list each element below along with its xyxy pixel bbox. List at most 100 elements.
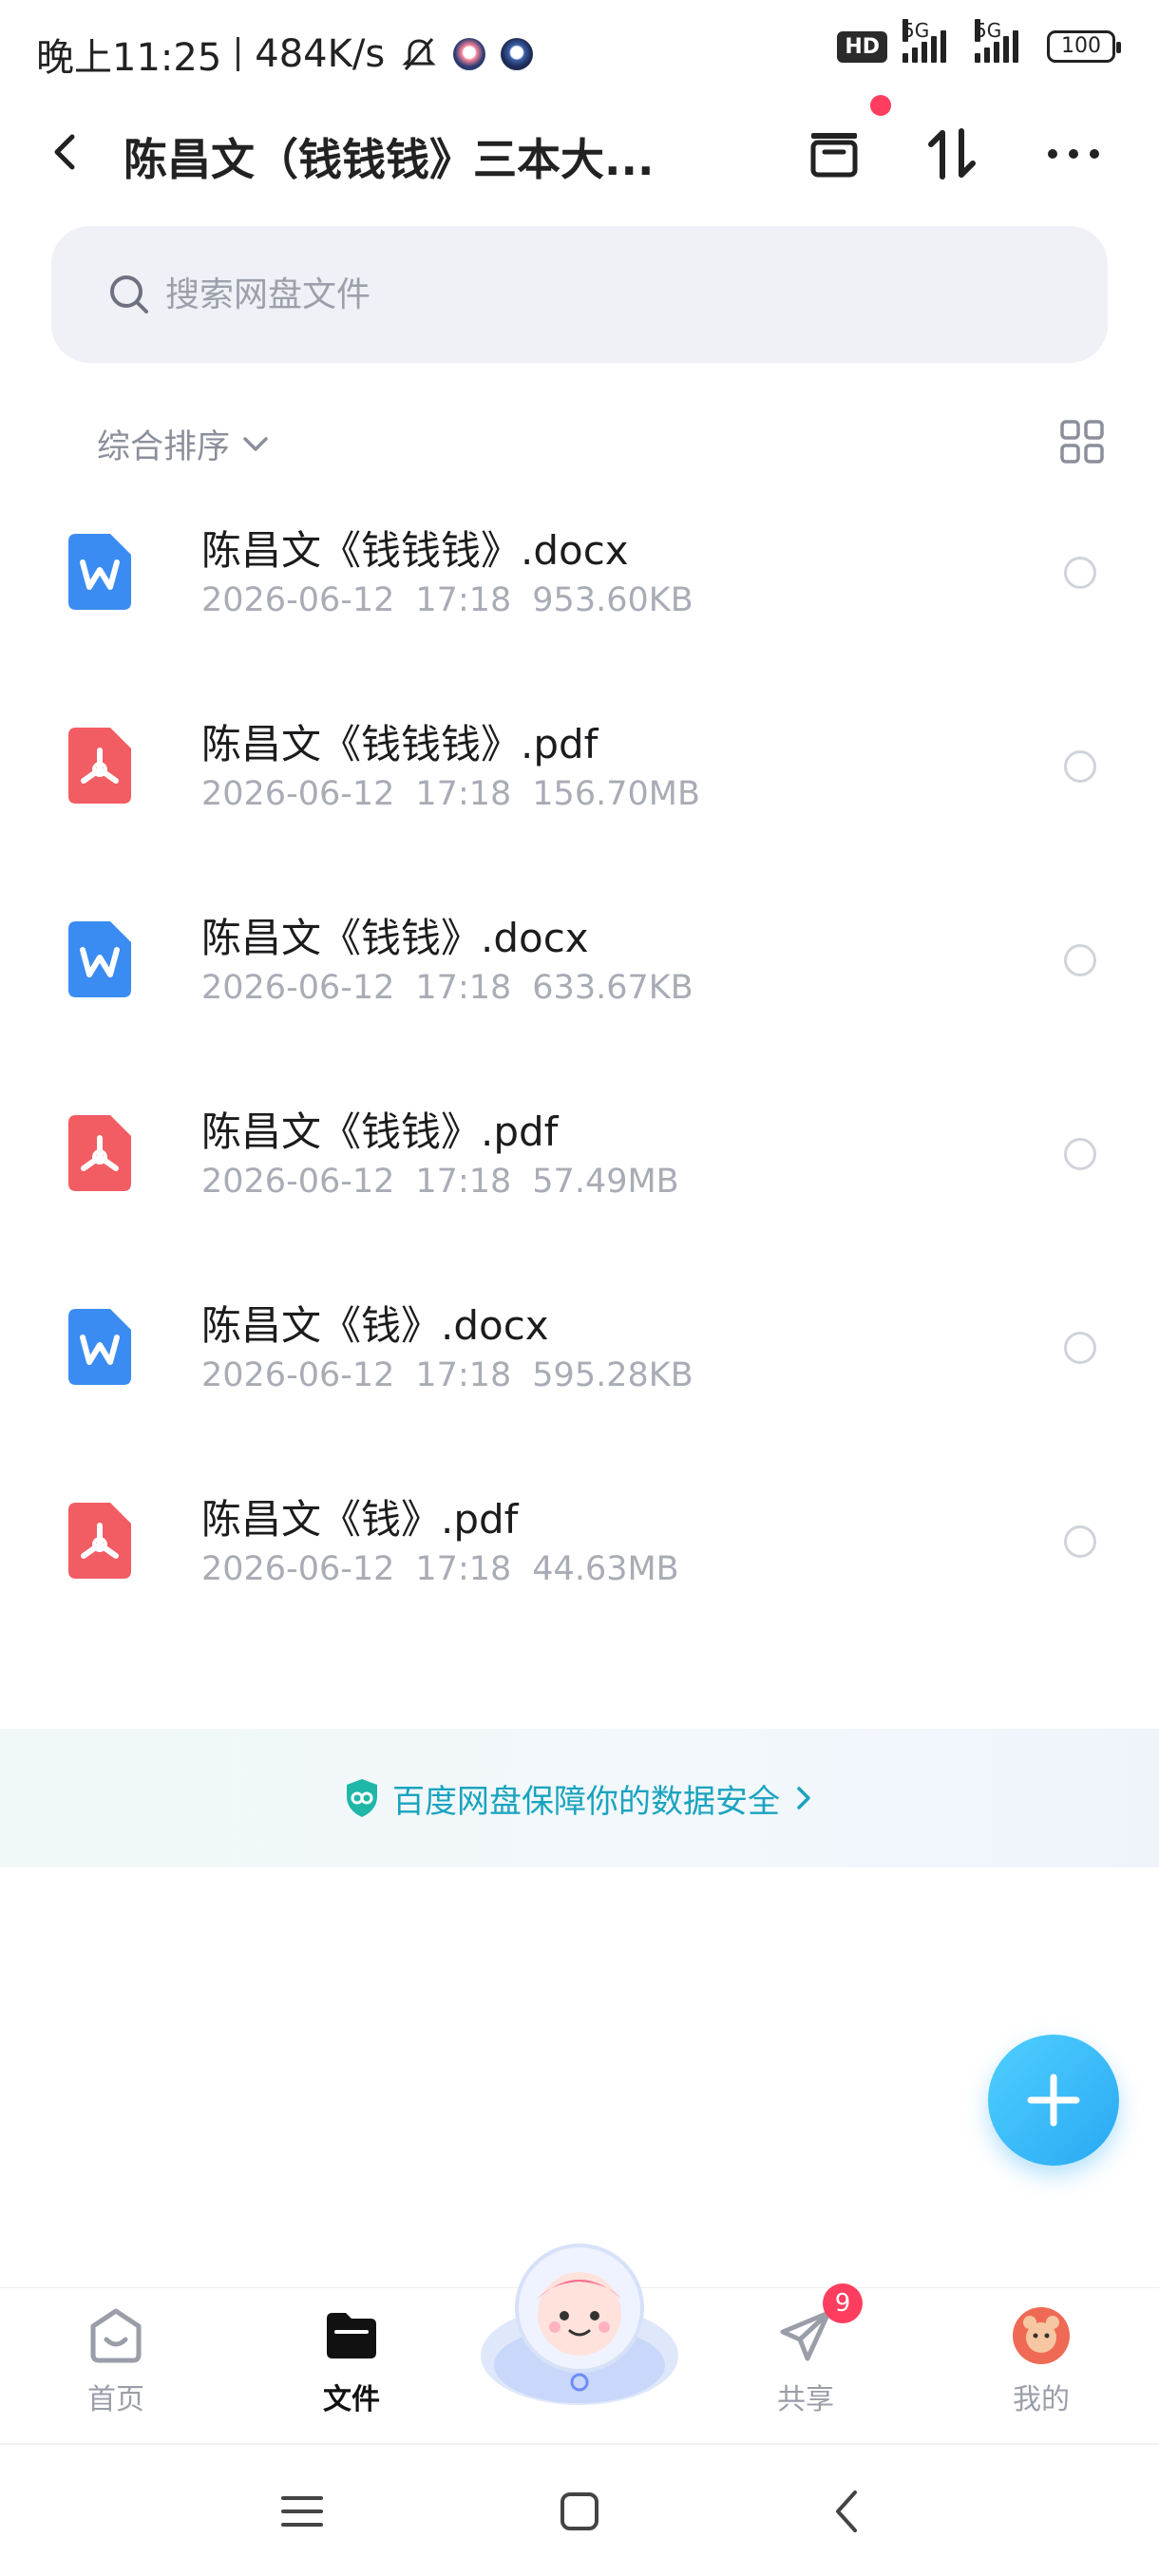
status-left: 晚上11:25 484K/s	[36, 27, 534, 82]
security-text: 百度网盘保障你的数据安全	[392, 1782, 780, 1821]
file-row[interactable]: 陈昌文《钱钱钱》.docx 2026-06-12 17:18 953.60KB	[0, 494, 1159, 688]
file-time: 17:18	[415, 775, 512, 813]
bell-muted-icon	[402, 38, 436, 70]
file-browser-screen: 晚上11:25 484K/s HD 5G 5G 100 陈昌文（钱钱钱》三本大.…	[0, 0, 1159, 2576]
file-time: 17:18	[415, 1550, 512, 1588]
file-row[interactable]: 陈昌文《钱》.pdf 2026-06-12 17:18 44.63MB	[0, 1463, 1159, 1657]
file-size: 953.60KB	[532, 581, 694, 619]
status-right: HD 5G 5G 100	[837, 19, 1121, 63]
signal-icon-2: 5G	[975, 19, 1032, 63]
sort-dropdown[interactable]: 综合排序	[97, 420, 272, 468]
share-badge: 9	[823, 2283, 863, 2323]
select-radio[interactable]	[1064, 1138, 1096, 1170]
file-meta: 2026-06-12 17:18 953.60KB	[201, 581, 694, 619]
file-date: 2026-06-12	[201, 581, 395, 619]
system-navigation-bar	[0, 2443, 1159, 2576]
file-row[interactable]: 陈昌文《钱钱钱》.pdf 2026-06-12 17:18 156.70MB	[0, 688, 1159, 881]
status-time: 晚上11:25	[36, 36, 222, 80]
page-title: 陈昌文（钱钱钱》三本大...	[124, 134, 655, 185]
app-notification-icon-2	[501, 38, 534, 70]
word-file-icon	[68, 1309, 131, 1385]
nav-label-home: 首页	[87, 2383, 144, 2416]
security-banner[interactable]: 百度网盘保障你的数据安全	[0, 1729, 1159, 1867]
nav-label-files: 文件	[323, 2383, 380, 2416]
select-radio[interactable]	[1064, 557, 1096, 589]
network-speed: 484K/s	[255, 32, 386, 76]
nav-label-me: 我的	[1013, 2383, 1070, 2416]
chevron-down-icon	[243, 436, 268, 451]
notification-dot	[870, 95, 891, 116]
select-radio[interactable]	[1064, 1525, 1096, 1558]
mascot-assistant-button[interactable]	[475, 2232, 684, 2413]
file-date: 2026-06-12	[201, 969, 395, 1007]
more-dots-icon[interactable]	[1043, 123, 1104, 184]
back-triangle-icon[interactable]	[819, 2483, 876, 2540]
file-size: 633.67KB	[532, 969, 694, 1007]
folder-icon	[327, 2313, 376, 2358]
home-square-icon[interactable]	[551, 2483, 608, 2540]
file-meta: 2026-06-12 17:18 633.67KB	[201, 969, 694, 1007]
select-radio[interactable]	[1064, 944, 1096, 976]
file-name: 陈昌文《钱钱钱》.docx	[201, 527, 629, 574]
back-arrow-icon[interactable]	[42, 127, 91, 177]
word-file-icon	[68, 921, 131, 997]
app-notification-icon	[453, 38, 486, 70]
file-name: 陈昌文《钱钱》.docx	[201, 915, 589, 961]
title-bar: 陈昌文（钱钱钱》三本大...	[0, 95, 1159, 199]
nav-item-home[interactable]: 首页	[49, 2305, 182, 2417]
file-size: 57.49MB	[532, 1163, 679, 1201]
network-type-1: 5G	[902, 19, 930, 42]
home-icon	[90, 2308, 142, 2363]
file-meta: 2026-06-12 17:18 44.63MB	[201, 1550, 679, 1588]
signal-icon: 5G	[902, 19, 960, 63]
sort-label: 综合排序	[97, 428, 231, 466]
nav-item-files[interactable]: 文件	[285, 2305, 418, 2417]
pdf-file-icon	[68, 1115, 131, 1191]
select-radio[interactable]	[1064, 1332, 1096, 1364]
sort-arrows-icon[interactable]	[922, 123, 982, 184]
file-time: 17:18	[415, 1163, 512, 1201]
grid-view-icon[interactable]	[1058, 418, 1106, 465]
chevron-right-icon	[797, 1787, 810, 1809]
file-date: 2026-06-12	[201, 1356, 395, 1394]
file-name: 陈昌文《钱》.docx	[201, 1302, 549, 1349]
file-date: 2026-06-12	[201, 1163, 395, 1201]
file-size: 156.70MB	[532, 775, 700, 813]
search-input[interactable]	[165, 268, 1020, 321]
nav-label-share: 共享	[777, 2383, 834, 2416]
shield-icon	[347, 1779, 377, 1817]
file-size: 595.28KB	[532, 1356, 694, 1394]
file-row[interactable]: 陈昌文《钱钱》.docx 2026-06-12 17:18 633.67KB	[0, 881, 1159, 1075]
file-row[interactable]: 陈昌文《钱钱》.pdf 2026-06-12 17:18 57.49MB	[0, 1075, 1159, 1269]
hd-badge: HD	[837, 30, 887, 63]
file-time: 17:18	[415, 1356, 512, 1394]
plus-icon	[1027, 2074, 1080, 2127]
file-row[interactable]: 陈昌文《钱》.docx 2026-06-12 17:18 595.28KB	[0, 1269, 1159, 1463]
nav-item-share[interactable]: 共享	[739, 2305, 872, 2417]
status-separator	[237, 37, 240, 71]
select-radio[interactable]	[1064, 750, 1096, 783]
menu-icon[interactable]	[274, 2483, 331, 2540]
file-name: 陈昌文《钱》.pdf	[201, 1496, 519, 1543]
battery-level: 100	[1061, 34, 1101, 58]
pdf-file-icon	[68, 728, 131, 804]
file-list: 陈昌文《钱钱钱》.docx 2026-06-12 17:18 953.60KB …	[0, 494, 1159, 1657]
search-icon	[110, 275, 148, 313]
file-time: 17:18	[415, 969, 512, 1007]
pdf-file-icon	[68, 1503, 131, 1579]
file-meta: 2026-06-12 17:18 57.49MB	[201, 1163, 679, 1201]
battery-icon: 100	[1047, 30, 1121, 63]
search-bar[interactable]	[51, 226, 1108, 363]
file-time: 17:18	[415, 581, 512, 619]
file-date: 2026-06-12	[201, 1550, 395, 1588]
status-bar: 晚上11:25 484K/s HD 5G 5G 100	[0, 0, 1159, 104]
file-meta: 2026-06-12 17:18 156.70MB	[201, 775, 700, 813]
avatar-icon	[1013, 2307, 1070, 2364]
archive-box-icon[interactable]	[804, 123, 864, 184]
network-type-2: 5G	[975, 19, 1002, 42]
nav-item-me[interactable]: 我的	[975, 2305, 1108, 2417]
word-file-icon	[68, 534, 131, 610]
sort-row: 综合排序	[0, 408, 1159, 475]
add-button[interactable]	[988, 2035, 1119, 2166]
file-name: 陈昌文《钱钱钱》.pdf	[201, 721, 598, 767]
